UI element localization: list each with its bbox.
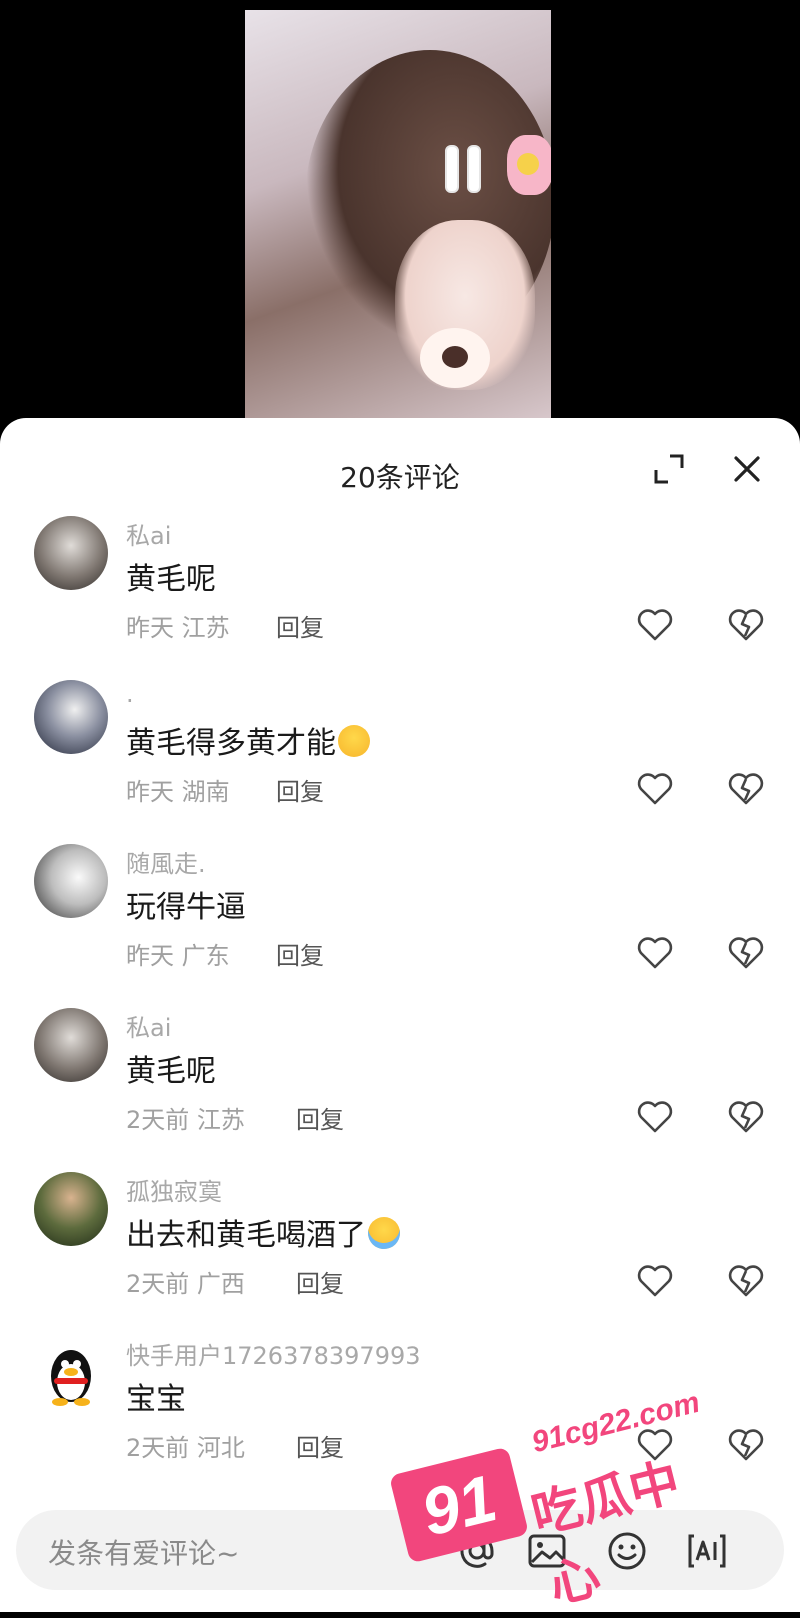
comment-text: 出去和黄毛喝酒了 [126,1210,400,1254]
broken-heart-icon[interactable] [727,1262,765,1300]
avatar[interactable] [34,844,108,918]
comment-username[interactable]: 私ai [126,1008,171,1043]
flower-sticker [507,135,551,195]
comment-sheet: 20条评论 私ai 黄毛呢 昨天 江苏 回复 . 黄毛得多黄才能 昨天 湖南 回… [0,418,800,1612]
broken-heart-icon[interactable] [727,1426,765,1464]
heart-icon[interactable] [636,1262,674,1300]
close-icon[interactable] [730,452,764,486]
comment-meta: 昨天 湖南 [126,778,230,806]
comment-item[interactable]: 快手用户1726378397993 宝宝 2天前 河北 回复 [0,1336,800,1496]
reply-button[interactable]: 回复 [276,772,324,807]
hairpin [467,145,481,193]
comment-username[interactable]: . [126,680,134,708]
broken-heart-icon[interactable] [727,606,765,644]
comment-text: 黄毛呢 [126,1054,216,1089]
emoji-icon[interactable] [606,1530,648,1572]
avatar[interactable] [34,516,108,590]
comment-meta: 2天前 广西 [126,1270,245,1298]
avatar[interactable] [34,1336,108,1410]
comment-text: 黄毛得多黄才能 [126,718,370,762]
comment-item[interactable]: 随風走. 玩得牛逼 昨天 广东 回复 [0,844,800,1004]
heart-icon[interactable] [636,770,674,808]
comment-meta: 2天前 江苏 [126,1106,245,1134]
comment-text: 黄毛呢 [126,562,216,597]
expand-icon[interactable] [652,452,686,486]
dog-nose-sticker [420,328,490,388]
heart-icon[interactable] [636,606,674,644]
broken-heart-icon[interactable] [727,934,765,972]
comment-username[interactable]: 私ai [126,516,171,551]
comment-input[interactable]: 发条有爱评论~ [16,1510,784,1590]
comment-meta: 昨天 广东 [126,942,230,970]
reply-button[interactable]: 回复 [296,1100,344,1135]
comment-username[interactable]: 随風走. [126,844,206,879]
comment-meta: 昨天 江苏 [126,614,230,642]
ai-icon[interactable] [686,1530,728,1572]
comment-username[interactable]: 孤独寂寞 [126,1172,222,1207]
reply-button[interactable]: 回复 [296,1428,344,1463]
avatar[interactable] [34,1172,108,1246]
broken-heart-icon[interactable] [727,1098,765,1136]
avatar[interactable] [34,680,108,754]
video-preview[interactable] [245,10,551,420]
comment-text: 玩得牛逼 [126,890,246,925]
comment-item[interactable]: 私ai 黄毛呢 2天前 江苏 回复 [0,1008,800,1168]
comment-text: 宝宝 [126,1382,186,1417]
image-icon[interactable] [526,1530,568,1572]
penguin-icon [51,1350,91,1406]
at-mention-icon[interactable] [456,1530,498,1572]
comment-input-placeholder[interactable]: 发条有爱评论~ [48,1532,239,1572]
comment-item[interactable]: 孤独寂寞 出去和黄毛喝酒了 2天前 广西 回复 [0,1172,800,1332]
heart-icon[interactable] [636,1426,674,1464]
comment-username[interactable]: 快手用户1726378397993 [126,1336,421,1371]
comment-meta: 2天前 河北 [126,1434,245,1462]
reply-button[interactable]: 回复 [276,936,324,971]
hairpin [445,145,459,193]
heart-icon[interactable] [636,1098,674,1136]
crying-face-emoji-icon [368,1217,400,1249]
smiling-face-with-glasses-emoji-icon [338,725,370,757]
reply-button[interactable]: 回复 [276,608,324,643]
broken-heart-icon[interactable] [727,770,765,808]
avatar[interactable] [34,1008,108,1082]
comment-item[interactable]: . 黄毛得多黄才能 昨天 湖南 回复 [0,680,800,840]
heart-icon[interactable] [636,934,674,972]
comment-item[interactable]: 私ai 黄毛呢 昨天 江苏 回复 [0,516,800,676]
comment-header: 20条评论 [0,418,800,512]
reply-button[interactable]: 回复 [296,1264,344,1299]
comment-input-bar: 发条有爱评论~ [0,1496,800,1612]
